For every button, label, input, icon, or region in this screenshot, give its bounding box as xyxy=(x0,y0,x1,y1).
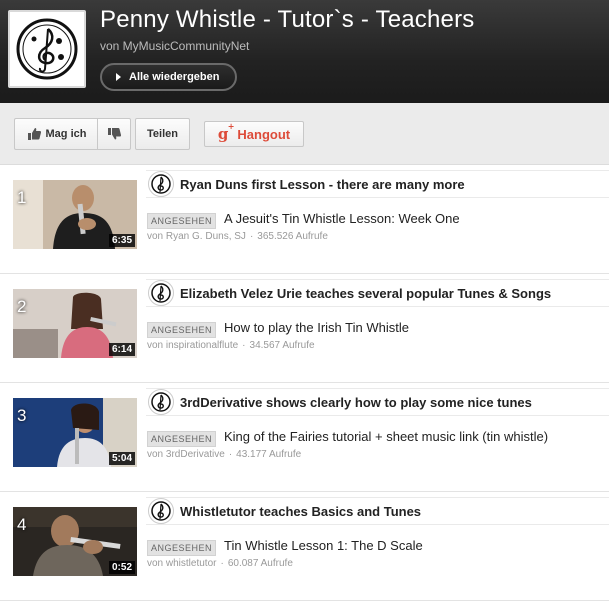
video-title[interactable]: A Jesuit's Tin Whistle Lesson: Week One xyxy=(224,211,460,226)
playlist-index: 1 xyxy=(17,188,27,207)
thumbs-up-icon xyxy=(27,127,41,141)
action-bar: Mag ich Teilen xyxy=(0,103,609,165)
video-meta: von inspirationalflute · 34.567 Aufrufe xyxy=(147,340,315,351)
video-uploader[interactable]: von Ryan G. Duns, SJ xyxy=(147,231,246,242)
like-button[interactable]: Mag ich xyxy=(14,118,98,150)
list-item[interactable]: 3 5:04 3rdDerivative shows clearly how t… xyxy=(0,383,609,492)
playlist-note: Elizabeth Velez Urie teaches several pop… xyxy=(146,279,609,307)
hangout-button[interactable]: g + Hangout xyxy=(204,121,304,147)
play-all-label: Alle wiedergeben xyxy=(129,71,220,83)
video-thumbnail[interactable]: 3 5:04 xyxy=(13,398,137,467)
hangout-label: Hangout xyxy=(237,126,291,142)
video-thumbnail[interactable]: 4 0:52 xyxy=(13,507,137,576)
video-meta: von Ryan G. Duns, SJ · 365.526 Aufrufe xyxy=(147,231,328,242)
video-uploader[interactable]: von whistletutor xyxy=(147,558,216,569)
video-duration: 6:14 xyxy=(108,343,135,356)
watched-badge: ANGESEHEN xyxy=(147,213,217,229)
avatar[interactable] xyxy=(148,389,174,415)
avatar[interactable] xyxy=(148,171,174,197)
video-duration: 0:52 xyxy=(108,561,135,574)
play-all-button[interactable]: Alle wiedergeben xyxy=(100,63,238,91)
video-views: 365.526 Aufrufe xyxy=(257,231,328,242)
watched-badge: ANGESEHEN xyxy=(147,540,217,556)
google-plus-icon: g + xyxy=(217,121,235,143)
video-thumbnail[interactable]: 2 6:14 xyxy=(13,289,137,358)
video-duration: 5:04 xyxy=(108,452,135,465)
video-views: 34.567 Aufrufe xyxy=(249,340,315,351)
dislike-button[interactable] xyxy=(97,118,131,150)
playlist-header: Penny Whistle - Tutor`s - Teachers von M… xyxy=(0,0,609,103)
video-uploader[interactable]: von inspirationalflute xyxy=(147,340,238,351)
treble-clef-logo-icon xyxy=(16,18,78,80)
thumbs-down-icon xyxy=(107,127,121,141)
watched-badge: ANGESEHEN xyxy=(147,322,217,338)
avatar[interactable] xyxy=(148,498,174,524)
video-meta: von whistletutor · 60.087 Aufrufe xyxy=(147,558,293,569)
playlist-note: Ryan Duns first Lesson - there are many … xyxy=(146,170,609,198)
video-views: 60.087 Aufrufe xyxy=(227,558,293,569)
video-title[interactable]: How to play the Irish Tin Whistle xyxy=(224,320,409,335)
playlist-note: 3rdDerivative shows clearly how to play … xyxy=(146,388,609,416)
playlist-title: Penny Whistle - Tutor`s - Teachers xyxy=(100,6,475,33)
video-uploader[interactable]: von 3rdDerivative xyxy=(147,449,225,460)
list-item[interactable]: 1 6:35 Ryan Duns first Lesson - there ar… xyxy=(0,165,609,274)
play-icon xyxy=(116,73,121,81)
playlist-index: 4 xyxy=(17,515,27,534)
note-text: Whistletutor teaches Basics and Tunes xyxy=(180,503,422,519)
avatar[interactable] xyxy=(148,280,174,306)
playlist-index: 3 xyxy=(17,406,27,425)
video-title[interactable]: Tin Whistle Lesson 1: The D Scale xyxy=(224,538,423,553)
playlist-note: Whistletutor teaches Basics and Tunes xyxy=(146,497,609,525)
video-views: 43.177 Aufrufe xyxy=(236,449,302,460)
video-thumbnail[interactable]: 1 6:35 xyxy=(13,180,137,249)
watched-badge: ANGESEHEN xyxy=(147,431,217,447)
video-duration: 6:35 xyxy=(108,234,135,247)
list-item[interactable]: 2 6:14 Elizabeth Velez Urie teaches seve… xyxy=(0,274,609,383)
playlist-owner[interactable]: von MyMusicCommunityNet xyxy=(100,39,249,53)
video-title[interactable]: King of the Fairies tutorial + sheet mus… xyxy=(224,429,548,444)
note-text: 3rdDerivative shows clearly how to play … xyxy=(180,394,532,410)
list-item[interactable]: 4 0:52 Whistletutor teaches Basics and T… xyxy=(0,492,609,601)
playlist-index: 2 xyxy=(17,297,27,316)
note-text: Elizabeth Velez Urie teaches several pop… xyxy=(180,285,552,301)
channel-logo[interactable] xyxy=(8,10,86,88)
note-text: Ryan Duns first Lesson - there are many … xyxy=(180,176,465,192)
video-meta: von 3rdDerivative · 43.177 Aufrufe xyxy=(147,449,302,460)
like-label: Mag ich xyxy=(45,128,87,140)
share-button[interactable]: Teilen xyxy=(135,118,190,150)
